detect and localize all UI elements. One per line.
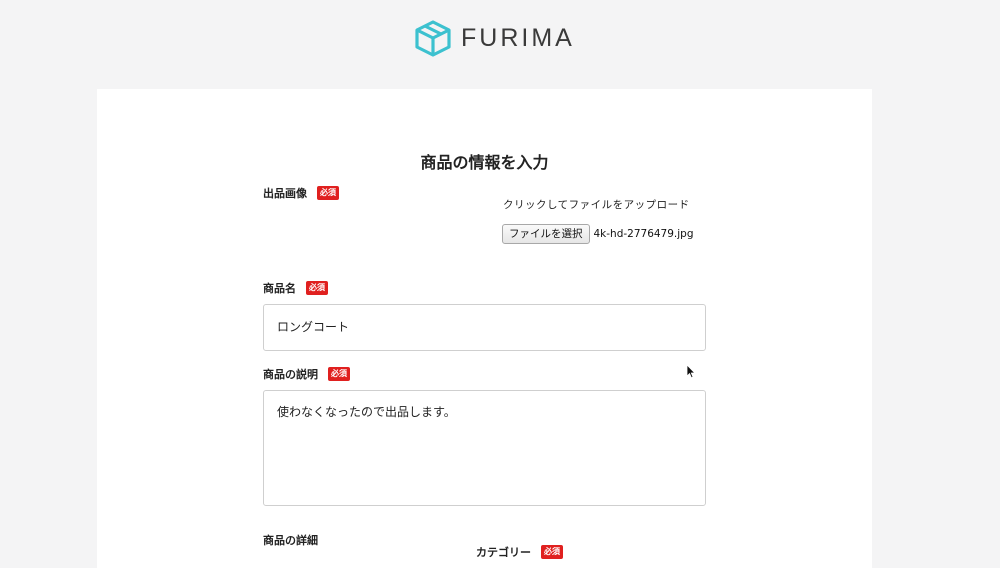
product-name-input[interactable]: ロングコート [263,304,706,351]
cube-logo-icon [415,20,451,57]
listing-form-card: 商品の情報を入力 出品画像 必須 クリックしてファイルをアップロード ファイルを… [97,89,872,568]
image-label-row: 出品画像 必須 [263,185,339,201]
choose-file-button[interactable]: ファイルを選択 [502,224,590,244]
required-badge: 必須 [328,367,350,381]
category-label: カテゴリー [476,546,531,559]
required-badge: 必須 [317,186,339,200]
mouse-pointer-icon [686,364,696,379]
upload-instruction[interactable]: クリックしてファイルをアップロード [503,197,690,212]
category-label-row: カテゴリー 必須 [476,544,563,560]
required-badge: 必須 [541,545,563,559]
details-label-row: 商品の詳細 [263,532,318,548]
form-title: 商品の情報を入力 [420,153,549,172]
description-label-row: 商品の説明 必須 [263,366,350,382]
description-label: 商品の説明 [263,368,318,381]
furima-logo[interactable]: FURIMA [413,19,575,57]
name-label-row: 商品名 必須 [263,280,328,296]
logo-text: FURIMA [461,23,575,52]
required-badge: 必須 [306,281,328,295]
details-label: 商品の詳細 [263,534,318,547]
image-label: 出品画像 [263,187,307,200]
name-label: 商品名 [263,282,296,295]
site-header: FURIMA [0,0,1000,88]
selected-file-name: 4k-hd-2776479.jpg [593,228,694,240]
product-description-textarea[interactable]: 使わなくなったので出品します。 [263,390,706,506]
file-input[interactable]: ファイルを選択 4k-hd-2776479.jpg [502,224,694,244]
